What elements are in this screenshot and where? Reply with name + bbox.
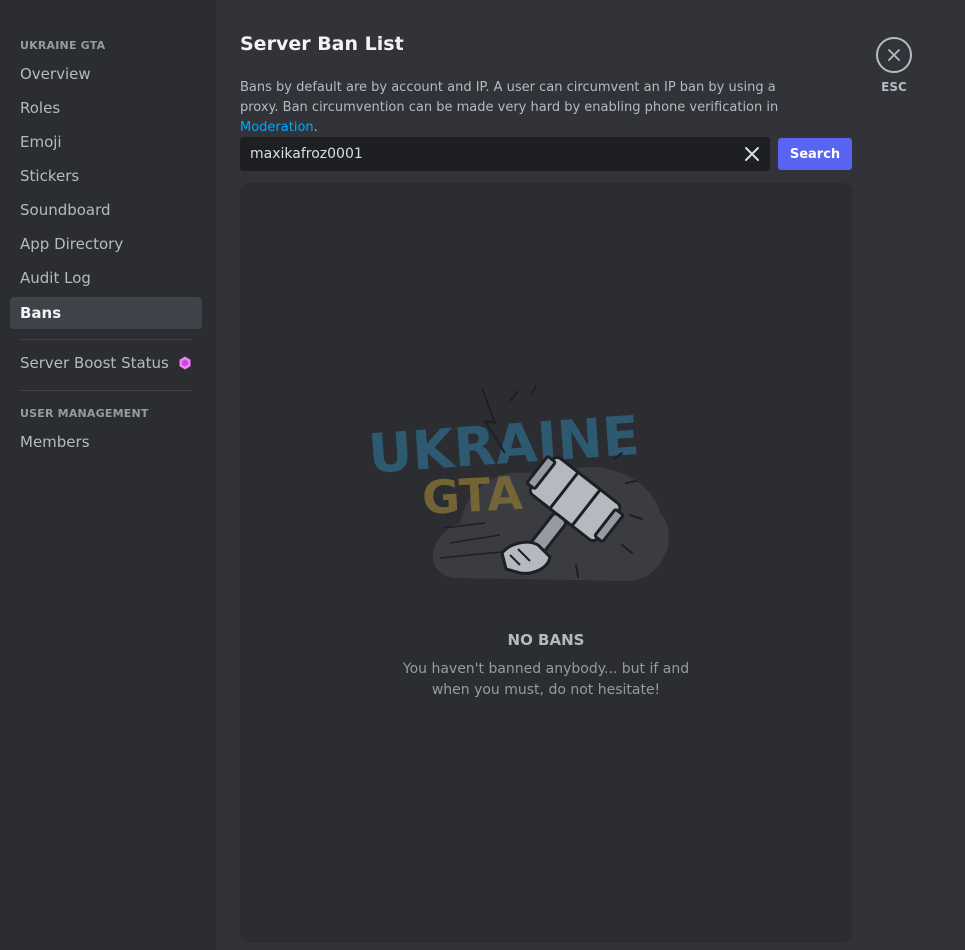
sidebar-item-emoji[interactable]: Emoji <box>10 126 202 158</box>
sidebar-divider <box>20 390 192 391</box>
server-settings-window: UKRAINE GTA Overview Roles Emoji Sticker… <box>0 0 965 950</box>
sidebar-item-roles[interactable]: Roles <box>10 92 202 124</box>
sidebar-item-bans[interactable]: Bans <box>10 297 202 329</box>
empty-bans-illustration: UKRAINE GTA <box>366 384 669 581</box>
esc-label: ESC <box>881 80 907 94</box>
sidebar-item-server-boost-status[interactable]: Server Boost Status <box>10 347 202 379</box>
description-end: . <box>313 120 318 135</box>
close-icon <box>745 147 759 161</box>
sidebar-item-soundboard[interactable]: Soundboard <box>10 194 202 226</box>
sidebar-item-stickers[interactable]: Stickers <box>10 160 202 192</box>
settings-sidebar: UKRAINE GTA Overview Roles Emoji Sticker… <box>0 0 216 950</box>
server-name-header: UKRAINE GTA <box>20 39 106 52</box>
moderation-link[interactable]: Moderation <box>240 120 314 135</box>
search-button[interactable]: Search <box>778 138 852 170</box>
watermark-text-gta: GTA <box>421 466 524 525</box>
close-settings-button[interactable] <box>876 37 912 73</box>
boost-gem-icon <box>179 356 191 370</box>
user-management-header: USER MANAGEMENT <box>20 407 149 420</box>
search-input[interactable] <box>240 137 730 171</box>
search-box <box>240 137 770 171</box>
page-description: Bans by default are by account and IP. A… <box>240 78 810 138</box>
close-icon <box>888 49 900 61</box>
page-title: Server Ban List <box>240 33 404 55</box>
clear-search-button[interactable] <box>740 142 764 166</box>
sidebar-divider <box>20 339 192 340</box>
sidebar-item-audit-log[interactable]: Audit Log <box>10 262 202 294</box>
sidebar-item-members[interactable]: Members <box>10 426 202 458</box>
ban-list-panel: UKRAINE GTA NO BANS You haven't banned a… <box>240 183 852 943</box>
description-text: Bans by default are by account and IP. A… <box>240 80 779 115</box>
empty-state-title: NO BANS <box>507 631 585 649</box>
sidebar-item-app-directory[interactable]: App Directory <box>10 228 202 260</box>
sidebar-item-label: Server Boost Status <box>20 354 169 372</box>
sidebar-item-overview[interactable]: Overview <box>10 58 202 90</box>
empty-state-text: You haven't banned anybody... but if and… <box>402 661 690 698</box>
